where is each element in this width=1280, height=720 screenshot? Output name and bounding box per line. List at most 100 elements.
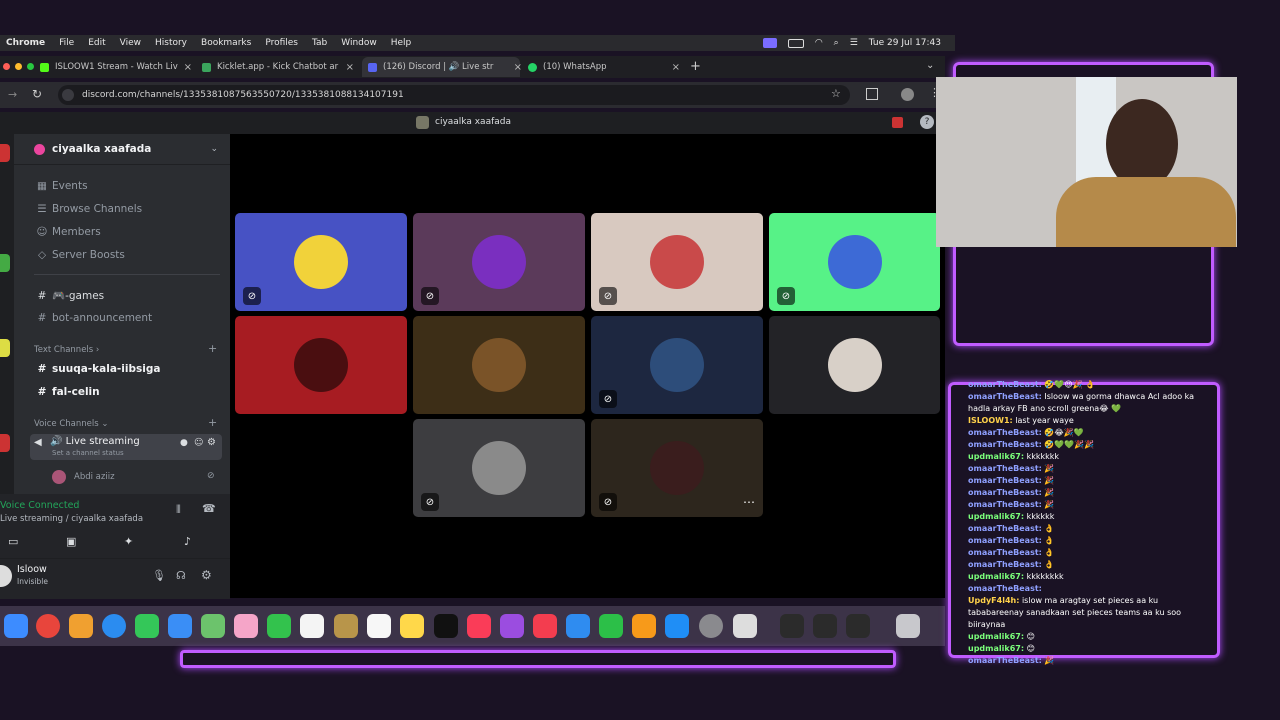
menu-browse-channels[interactable]: ☰ Browse Channels	[34, 203, 142, 215]
maps-icon[interactable]	[201, 614, 225, 638]
address-bar[interactable]: discord.com/channels/1335381087563550720…	[58, 85, 850, 105]
participant-tile[interactable]	[235, 316, 407, 414]
menu-server-boosts[interactable]: ◇ Server Boosts	[34, 249, 125, 261]
finder-icon[interactable]	[4, 614, 28, 638]
menu-members[interactable]: ☺ Members	[34, 226, 101, 238]
participant-tile[interactable]: ⊘	[413, 213, 585, 311]
add-member-icon[interactable]: ☺	[194, 438, 203, 448]
close-tab-icon[interactable]: ×	[184, 62, 192, 73]
server-icon[interactable]	[0, 144, 10, 162]
menu-edit[interactable]: Edit	[88, 38, 105, 48]
podcasts-icon[interactable]	[500, 614, 524, 638]
apple-tv-icon[interactable]	[434, 614, 458, 638]
disconnect-icon[interactable]: ☎	[202, 502, 216, 515]
site-info-icon[interactable]	[62, 89, 74, 101]
notes-icon[interactable]	[400, 614, 424, 638]
channel-games[interactable]: # 🎮-games	[34, 289, 105, 303]
voice-channel-live-streaming[interactable]: ◀ 🔊 Live streaming Set a channel status …	[30, 434, 222, 460]
menu-tab[interactable]: Tab	[312, 38, 327, 48]
window-controls[interactable]	[3, 63, 34, 70]
voice-location[interactable]: Live streaming / ciyaalka xaafada	[0, 514, 143, 524]
tab-discord[interactable]: (126) Discord | 🔊 Live str ×	[362, 57, 522, 77]
close-tab-icon[interactable]: ×	[514, 62, 522, 73]
chrome-icon[interactable]	[36, 614, 60, 638]
channel-fal-celin[interactable]: # fal-celin	[34, 386, 100, 398]
participant-tile[interactable]	[769, 316, 940, 414]
reminders-icon[interactable]	[367, 614, 391, 638]
voice-member[interactable]: Abdi aziiz	[52, 470, 115, 484]
more-options-icon[interactable]: ⋯	[743, 495, 755, 509]
numbers-icon[interactable]	[599, 614, 623, 638]
safari-icon[interactable]	[102, 614, 126, 638]
menu-view[interactable]: View	[120, 38, 141, 48]
screen-share-icon[interactable]	[762, 38, 777, 48]
noise-suppression-icon[interactable]: ⦀	[176, 503, 181, 517]
profile-avatar[interactable]	[901, 88, 914, 101]
server-icon[interactable]	[0, 254, 10, 272]
menu-file[interactable]: File	[59, 38, 74, 48]
reload-icon[interactable]: ↻	[32, 87, 42, 101]
headphones-icon[interactable]: ☊	[176, 569, 186, 582]
app-icon[interactable]	[813, 614, 837, 638]
server-icon[interactable]	[0, 339, 10, 357]
trash-icon[interactable]	[896, 614, 920, 638]
channel-bot-announcement[interactable]: # bot-announcement	[34, 312, 153, 324]
battery-icon[interactable]	[787, 38, 804, 48]
app-icon[interactable]	[780, 614, 804, 638]
new-tab-icon[interactable]: +	[690, 59, 701, 74]
microphone-icon[interactable]: 🎙	[152, 569, 166, 582]
facetime-icon[interactable]	[267, 614, 291, 638]
gear-icon[interactable]: ⚙	[207, 437, 216, 448]
tab-search-icon[interactable]: ⌄	[926, 60, 934, 71]
clock[interactable]: Tue 29 Jul 17:43	[869, 38, 941, 48]
keynote-icon[interactable]	[566, 614, 590, 638]
category-text-channels[interactable]: Text Channels ›	[34, 345, 99, 355]
participant-tile[interactable]: ⊘	[591, 316, 763, 414]
app-store-icon[interactable]	[665, 614, 689, 638]
close-tab-icon[interactable]: ×	[346, 62, 354, 73]
bookmark-star-icon[interactable]: ☆	[831, 87, 841, 100]
server-icon[interactable]	[0, 434, 10, 452]
music-icon[interactable]	[467, 614, 491, 638]
tab-isloow-stream[interactable]: ISLOOW1 Stream - Watch Liv ×	[40, 57, 192, 77]
user-settings-gear-icon[interactable]: ⚙	[201, 568, 212, 582]
chat-icon[interactable]: ●	[180, 438, 188, 448]
pages-icon[interactable]	[632, 614, 656, 638]
news-icon[interactable]	[533, 614, 557, 638]
tab-kicklet[interactable]: Kicklet.app - Kick Chatbot ar ×	[202, 57, 354, 77]
activity-icon[interactable]: ✦	[124, 535, 133, 548]
menu-profiles[interactable]: Profiles	[265, 38, 298, 48]
menu-events[interactable]: ▦ Events	[34, 180, 88, 192]
menu-window[interactable]: Window	[341, 38, 377, 48]
avatar[interactable]	[0, 565, 12, 587]
add-channel-icon[interactable]: +	[208, 342, 217, 355]
notes-app-icon[interactable]	[334, 614, 358, 638]
control-center-icon[interactable]: ☰	[850, 38, 858, 48]
messages-icon[interactable]	[135, 614, 159, 638]
add-channel-icon[interactable]: +	[208, 416, 217, 429]
participant-tile[interactable]: ⊘	[235, 213, 407, 311]
participant-tile[interactable]: ⊘ ⋯	[591, 419, 763, 517]
camera-off-icon[interactable]: ▭	[8, 535, 18, 548]
menu-help[interactable]: Help	[391, 38, 412, 48]
inbox-icon[interactable]	[892, 117, 903, 128]
participant-tile[interactable]: ⊘	[769, 213, 940, 311]
category-voice-channels[interactable]: Voice Channels ⌄	[34, 419, 108, 429]
search-icon[interactable]: ⌕	[834, 38, 839, 48]
iphone-mirroring-icon[interactable]	[733, 614, 757, 638]
mail-icon[interactable]	[168, 614, 192, 638]
tab-whatsapp[interactable]: (10) WhatsApp ×	[528, 57, 680, 77]
extensions-icon[interactable]	[866, 88, 878, 100]
participant-tile[interactable]: ⊘	[413, 419, 585, 517]
channel-suuqa-kala-iibsiga[interactable]: # suuqa-kala-iibsiga	[34, 363, 161, 375]
menu-bookmarks[interactable]: Bookmarks	[201, 38, 251, 48]
calendar-icon[interactable]	[300, 614, 324, 638]
help-icon[interactable]: ?	[920, 115, 934, 129]
screen-share-icon[interactable]: ▣	[66, 535, 76, 548]
app-icon[interactable]	[846, 614, 870, 638]
participant-tile[interactable]	[413, 316, 585, 414]
voice-channel-status[interactable]: Set a channel status	[52, 449, 124, 457]
menu-history[interactable]: History	[155, 38, 187, 48]
launchpad-icon[interactable]	[69, 614, 93, 638]
participant-tile[interactable]: ⊘	[591, 213, 763, 311]
